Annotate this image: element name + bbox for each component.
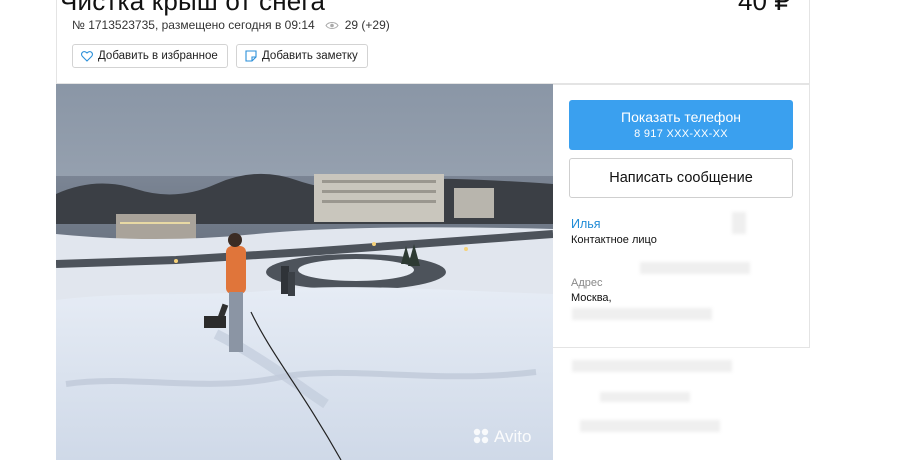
seller-name[interactable]: Илья [571, 217, 601, 231]
listing-photo[interactable]: Avito [56, 84, 553, 460]
listing-title: Чистка крыш от снега [60, 0, 326, 16]
add-favorite-button[interactable]: Добавить в избранное [72, 44, 228, 68]
blurred-background-shape [572, 308, 712, 320]
eye-icon [325, 21, 339, 29]
avito-watermark: Avito [494, 427, 532, 446]
phone-masked: 8 917 XXX-XX-XX [634, 128, 728, 140]
seller-role: Контактное лицо [571, 234, 657, 246]
add-note-button[interactable]: Добавить заметку [236, 44, 368, 68]
show-phone-button[interactable]: Показать телефон 8 917 XXX-XX-XX [569, 100, 793, 150]
listing-price: 40 ₽ [738, 0, 791, 16]
blurred-background-shape [640, 262, 750, 274]
note-icon [245, 50, 257, 62]
listing-id-date: № 1713523735, размещено сегодня в 09:14 [72, 18, 315, 32]
add-note-label: Добавить заметку [262, 50, 358, 62]
listing-page: Чистка крыш от снега 40 ₽ № 1713523735, … [0, 0, 920, 460]
add-favorite-label: Добавить в избранное [98, 50, 218, 62]
listing-meta: № 1713523735, размещено сегодня в 09:14 … [72, 18, 390, 32]
views-count: 29 (+29) [344, 18, 390, 32]
snow-roof-photo: Avito [56, 84, 553, 460]
blurred-background-shape [572, 360, 732, 372]
blurred-background-shape [600, 392, 690, 402]
blurred-background-shape [732, 212, 746, 234]
address-value: Москва, [571, 292, 612, 304]
show-phone-label: Показать телефон [621, 109, 741, 125]
address-label: Адрес [571, 277, 603, 289]
heart-icon [81, 50, 93, 62]
write-message-button[interactable]: Написать сообщение [569, 158, 793, 198]
blurred-background-shape [580, 420, 720, 432]
